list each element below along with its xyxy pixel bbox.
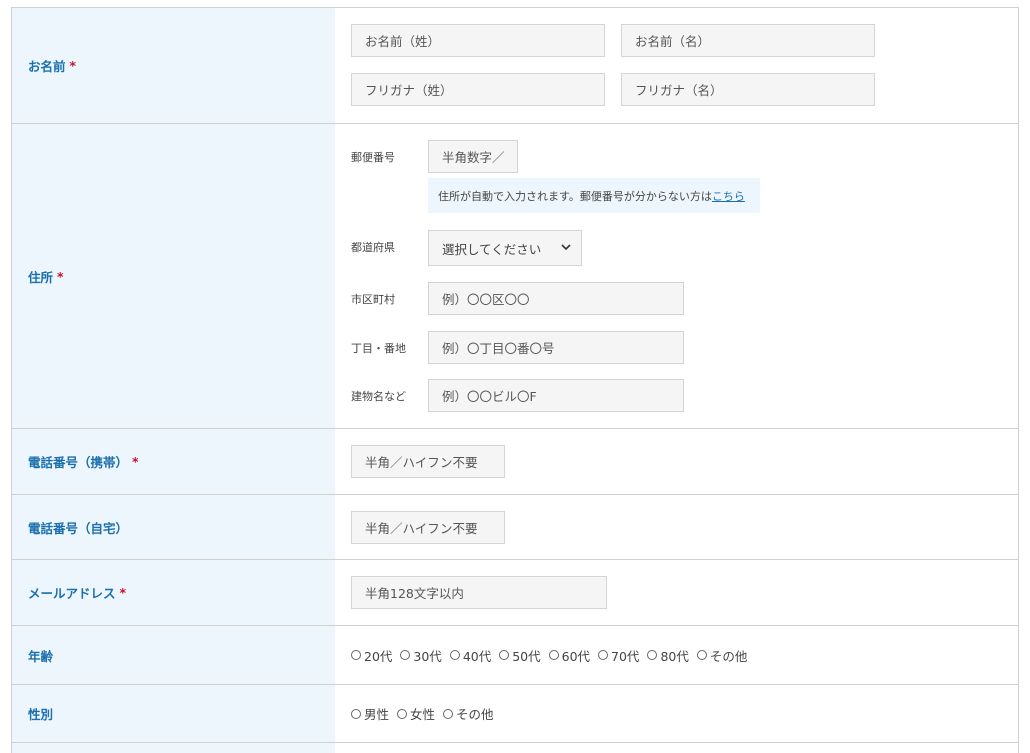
age-option-label: 40代 [462,648,492,664]
label-gender-text: 性別 [28,707,54,722]
required-mark: * [69,58,77,73]
row-age: 年齢 20代 30代 40代 50代 60代 70代 80代 その他 [12,626,1018,685]
zip-input[interactable]: 半角数字／ [428,140,518,173]
prefecture-select[interactable]: 選択してください [428,230,582,266]
row-gender: 性別 男性 女性 その他 [12,685,1018,743]
zip-help-message: 住所が自動で入力されます。郵便番号が分からない方は [438,189,712,203]
row-body-email: 半角128文字以内 [335,560,1018,625]
row-label-age: 年齢 [12,626,335,684]
age-option-label: その他 [709,648,748,664]
row-home-phone: 電話番号（自宅） 半角／ハイフン不要 [12,495,1018,560]
row-body-mobile: 半角／ハイフン不要 [335,429,1018,494]
row-body-age: 20代 30代 40代 50代 60代 70代 80代 その他 [335,626,1018,684]
gender-radio-group: 男性 女性 その他 [351,685,494,742]
age-radio-30s[interactable]: 30代 [400,646,442,665]
radio-circle-icon[interactable] [397,708,408,719]
radio-circle-icon[interactable] [449,650,460,660]
label-age-text: 年齢 [28,648,54,664]
street-label: 丁目・番地 [351,342,406,355]
row-body-gender: 男性 女性 その他 [335,685,1018,742]
label-home-phone-text: 電話番号（自宅） [28,520,129,536]
label-email-text: メールアドレス [28,586,116,601]
age-option-label: 70代 [611,648,640,664]
label-mobile-text: 電話番号（携帯） [28,455,129,470]
last-name-input[interactable]: お名前（姓） [351,24,605,57]
first-name-input[interactable]: お名前（名） [621,24,875,57]
row-label-home-phone: 電話番号（自宅） [12,495,335,559]
row-label-email: メールアドレス * [12,560,335,625]
radio-circle-icon[interactable] [400,650,411,660]
age-radio-other[interactable]: その他 [696,646,748,665]
chevron-down-icon [561,243,571,254]
building-input[interactable]: 例）〇〇ビル〇F [428,379,684,412]
radio-circle-icon[interactable] [647,650,658,660]
radio-circle-icon[interactable] [351,650,361,660]
age-radio-50s[interactable]: 50代 [499,646,541,665]
gender-radio-male[interactable]: 男性 [351,704,389,723]
prefecture-selected: 選択してください [442,241,542,257]
age-option-label: 30代 [413,648,442,664]
radio-circle-icon[interactable] [499,650,510,660]
street-input[interactable]: 例）〇丁目〇番〇号 [428,331,684,364]
radio-circle-icon[interactable] [598,650,609,660]
age-radio-40s[interactable]: 40代 [449,646,492,665]
row-label-address: 住所 * [12,124,335,428]
prefecture-label: 都道府県 [351,241,395,254]
age-radio-20s[interactable]: 20代 [351,646,392,665]
age-radio-70s[interactable]: 70代 [598,646,639,665]
required-mark: * [132,454,139,469]
row-label-mobile: 電話番号（携帯） * [12,429,335,494]
gender-option-label: 女性 [410,707,436,722]
gender-option-label: 男性 [364,707,390,722]
zip-help-text: 住所が自動で入力されます。郵便番号が分からない方は こちら [428,178,760,213]
age-option-label: 20代 [364,648,393,664]
row-body-name: お名前（姓） お名前（名） フリガナ（姓） フリガナ（名） [335,8,1018,123]
gender-option-label: その他 [456,707,494,722]
age-radio-group: 20代 30代 40代 50代 60代 70代 80代 その他 [351,626,747,684]
zip-help-link[interactable]: こちら [712,188,745,204]
label-address-text: 住所 [28,269,54,285]
row-mobile-phone: 電話番号（携帯） * 半角／ハイフン不要 [12,429,1018,495]
row-label-name: お名前 * [12,8,335,123]
zip-label: 郵便番号 [351,151,395,164]
row-name: お名前 * お名前（姓） お名前（名） フリガナ（姓） フリガナ（名） [12,8,1018,124]
last-name-kana-input[interactable]: フリガナ（姓） [351,73,605,106]
label-name-text: お名前 [28,59,66,74]
gender-radio-female[interactable]: 女性 [397,704,435,723]
row-body-address: 郵便番号 半角数字／ 住所が自動で入力されます。郵便番号が分からない方は こちら … [335,124,1018,428]
age-radio-80s[interactable]: 80代 [647,646,689,665]
radio-circle-icon[interactable] [548,650,559,660]
contact-form-table: お名前 * お名前（姓） お名前（名） フリガナ（姓） フリガナ（名） 住所 * 郵… [11,7,1019,753]
age-option-label: 60代 [561,648,591,664]
mobile-phone-input[interactable]: 半角／ハイフン不要 [351,445,505,478]
required-mark: * [57,268,64,284]
row-email: メールアドレス * 半角128文字以内 [12,560,1018,626]
email-input[interactable]: 半角128文字以内 [351,576,607,609]
age-option-label: 80代 [660,648,689,664]
age-option-label: 50代 [512,648,541,664]
radio-circle-icon[interactable] [443,708,454,719]
radio-circle-icon[interactable] [351,708,361,719]
age-radio-60s[interactable]: 60代 [548,646,591,665]
home-phone-input[interactable]: 半角／ハイフン不要 [351,511,505,544]
building-label: 建物名など [351,390,406,403]
required-mark: * [119,585,127,600]
city-label: 市区町村 [351,293,395,306]
row-body-home-phone: 半角／ハイフン不要 [335,495,1018,559]
radio-circle-icon[interactable] [696,650,707,660]
city-input[interactable]: 例）〇〇区〇〇 [428,282,684,315]
gender-radio-other[interactable]: その他 [443,704,494,723]
first-name-kana-input[interactable]: フリガナ（名） [621,73,875,106]
row-label-gender: 性別 [12,685,335,742]
row-address: 住所 * 郵便番号 半角数字／ 住所が自動で入力されます。郵便番号が分からない方は… [12,124,1018,429]
